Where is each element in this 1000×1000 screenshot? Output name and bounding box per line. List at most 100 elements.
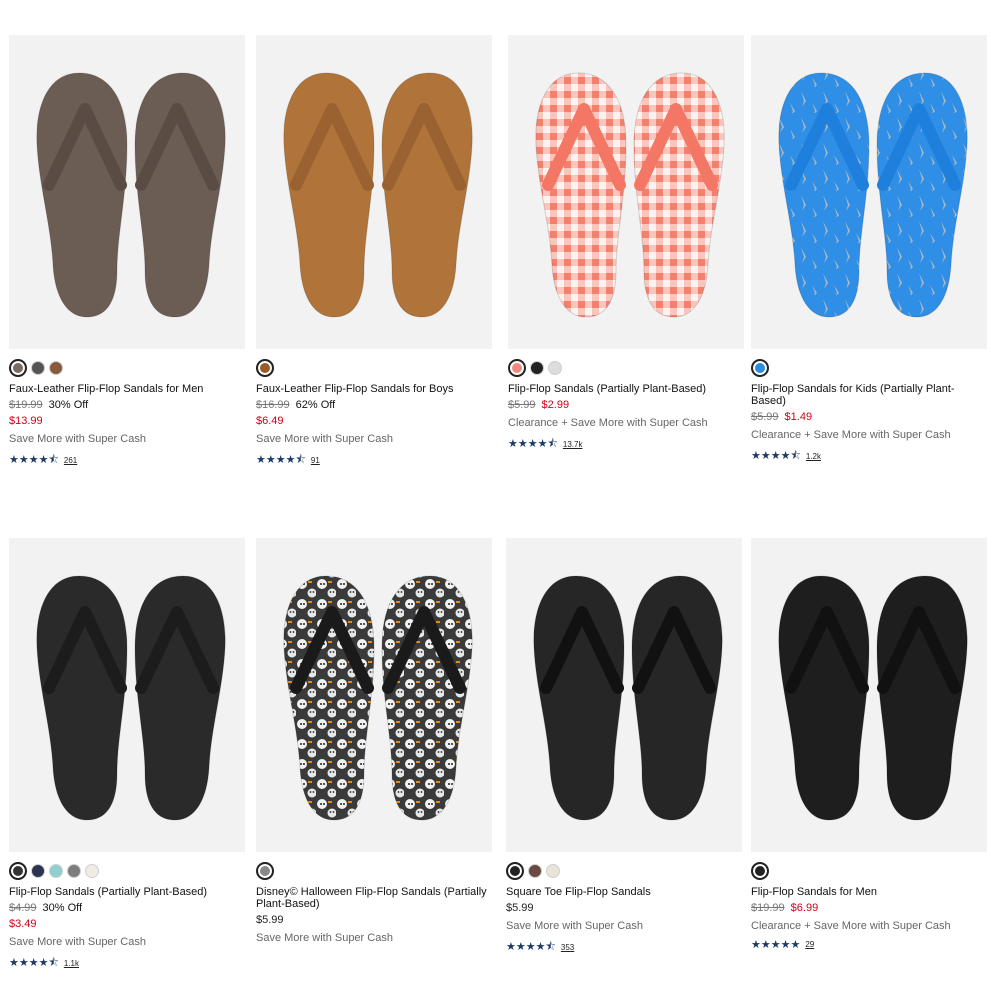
color-swatch[interactable] [256, 359, 274, 377]
product-card[interactable]: Flip-Flop Sandals (Partially Plant-Based… [508, 35, 744, 454]
review-count-link[interactable]: 261 [64, 456, 77, 465]
product-card[interactable]: Flip-Flop Sandals (Partially Plant-Based… [9, 538, 245, 973]
product-image[interactable] [256, 538, 492, 852]
color-swatches [506, 862, 742, 880]
rating: ★★★★⯪ 353 [506, 938, 742, 957]
sandal-illustration [283, 575, 473, 821]
color-swatch[interactable] [85, 864, 99, 878]
color-swatches [9, 862, 245, 880]
color-swatch[interactable] [49, 361, 63, 375]
price-row: $4.99 30% Off [9, 902, 245, 914]
color-swatches [751, 862, 987, 880]
product-card[interactable]: Disney© Halloween Flip-Flop Sandals (Par… [256, 538, 492, 944]
product-card[interactable]: Square Toe Flip-Flop Sandals $5.99 Save Mo… [506, 538, 742, 957]
star-rating-icon: ★★★★⯪ [256, 454, 306, 466]
color-swatches [256, 359, 492, 377]
product-name[interactable]: Square Toe Flip-Flop Sandals [506, 886, 742, 898]
product-image[interactable] [9, 35, 245, 349]
promo-text: Save More with Super Cash [506, 920, 643, 932]
sandal-illustration [533, 575, 723, 821]
sale-price-row: $5.99 [506, 902, 742, 914]
original-price: $16.99 [256, 399, 290, 411]
promo-text: Clearance + Save More with Super Cash [751, 429, 951, 441]
product-image[interactable] [508, 35, 744, 349]
sale-price: $2.99 [541, 399, 570, 411]
discount-label: 62% Off [295, 399, 336, 411]
promo-text: Save More with Super Cash [256, 433, 393, 445]
sandal-illustration [283, 72, 473, 318]
product-card[interactable]: Faux-Leather Flip-Flop Sandals for Boys $… [256, 35, 492, 470]
product-card[interactable]: Flip-Flop Sandals for Men $19.99 $6.99 Clea… [751, 538, 987, 951]
color-swatch[interactable] [548, 361, 562, 375]
review-count-link[interactable]: 353 [561, 943, 574, 952]
color-swatch[interactable] [49, 864, 63, 878]
sale-price: $6.49 [256, 415, 284, 427]
product-image[interactable] [9, 538, 245, 852]
product-image[interactable] [751, 35, 987, 349]
color-swatch[interactable] [9, 359, 27, 377]
product-name[interactable]: Flip-Flop Sandals for Men [751, 886, 987, 898]
original-price: $5.99 [751, 411, 779, 423]
price-row: $19.99 30% Off [9, 399, 245, 411]
color-swatch[interactable] [530, 361, 544, 375]
discount-label: 30% Off [42, 902, 83, 914]
product-name[interactable]: Faux-Leather Flip-Flop Sandals for Boys [256, 383, 492, 395]
rating: ★★★★⯪ 13.7k [508, 435, 744, 454]
sale-price-row: $6.49 [256, 415, 492, 427]
product-image[interactable] [256, 35, 492, 349]
sale-price-row: $3.49 [9, 918, 245, 930]
original-price: $19.99 [751, 902, 785, 914]
price-row: $5.99 $1.49 [751, 411, 987, 423]
product-card[interactable]: Faux-Leather Flip-Flop Sandals for Men $1… [9, 35, 245, 470]
review-count-link[interactable]: 29 [805, 940, 814, 949]
color-swatch[interactable] [256, 862, 274, 880]
review-count-link[interactable]: 1.2k [806, 452, 821, 461]
promo-text: Save More with Super Cash [256, 932, 393, 944]
price-row: $5.99 $2.99 [508, 399, 744, 411]
color-swatch[interactable] [751, 359, 769, 377]
sale-price-row: $5.99 [256, 914, 492, 926]
color-swatch[interactable] [506, 862, 524, 880]
promo-text: Save More with Super Cash [9, 433, 146, 445]
product-name[interactable]: Flip-Flop Sandals (Partially Plant-Based… [508, 383, 744, 395]
color-swatch[interactable] [9, 862, 27, 880]
product-name[interactable]: Faux-Leather Flip-Flop Sandals for Men [9, 383, 245, 395]
color-swatch[interactable] [31, 361, 45, 375]
rating: ★★★★★ 29 [751, 938, 987, 951]
review-count-link[interactable]: 13.7k [563, 440, 583, 449]
product-image[interactable] [751, 538, 987, 852]
promo-text: Save More with Super Cash [9, 936, 146, 948]
rating: ★★★★⯪ 91 [256, 451, 492, 470]
product-name[interactable]: Disney© Halloween Flip-Flop Sandals (Par… [256, 886, 492, 910]
color-swatch[interactable] [546, 864, 560, 878]
review-count-link[interactable]: 1.1k [64, 959, 79, 968]
star-rating-icon: ★★★★⯪ [508, 438, 558, 450]
sandal-illustration [778, 72, 968, 318]
rating: ★★★★⯪ 261 [9, 451, 245, 470]
product-name[interactable]: Flip-Flop Sandals for Kids (Partially Pl… [751, 383, 987, 407]
color-swatches [9, 359, 245, 377]
color-swatch[interactable] [508, 359, 526, 377]
color-swatches [256, 862, 492, 880]
review-count-link[interactable]: 91 [311, 456, 320, 465]
sale-price: $5.99 [256, 914, 284, 926]
sandal-illustration [535, 72, 725, 318]
color-swatch[interactable] [31, 864, 45, 878]
price-row: $16.99 62% Off [256, 399, 492, 411]
sandal-illustration [778, 575, 968, 821]
sandal-illustration [36, 575, 226, 821]
product-name[interactable]: Flip-Flop Sandals (Partially Plant-Based… [9, 886, 245, 898]
sale-price: $3.49 [9, 918, 37, 930]
product-image[interactable] [506, 538, 742, 852]
color-swatch[interactable] [751, 862, 769, 880]
star-rating-icon: ★★★★★ [751, 939, 801, 951]
discount-label: 30% Off [48, 399, 89, 411]
product-card[interactable]: Flip-Flop Sandals for Kids (Partially Pl… [751, 35, 987, 466]
color-swatch[interactable] [528, 864, 542, 878]
sale-price: $5.99 [506, 902, 534, 914]
sale-price-row: $13.99 [9, 415, 245, 427]
rating: ★★★★⯪ 1.1k [9, 954, 245, 973]
color-swatch[interactable] [67, 864, 81, 878]
original-price: $19.99 [9, 399, 43, 411]
star-rating-icon: ★★★★⯪ [9, 454, 59, 466]
